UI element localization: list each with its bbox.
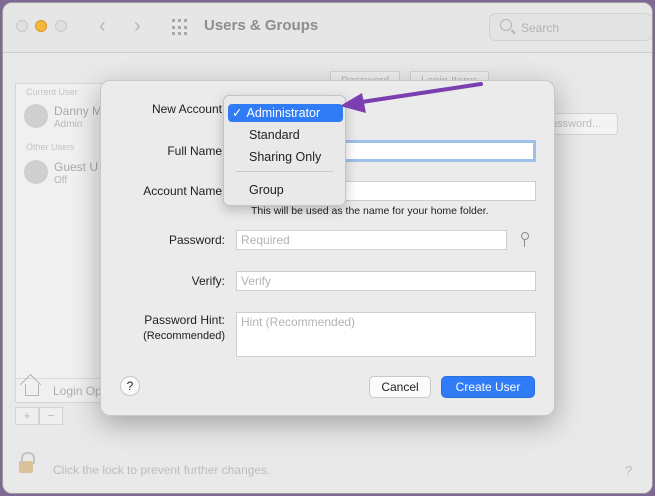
annotation-arrow (340, 82, 483, 113)
